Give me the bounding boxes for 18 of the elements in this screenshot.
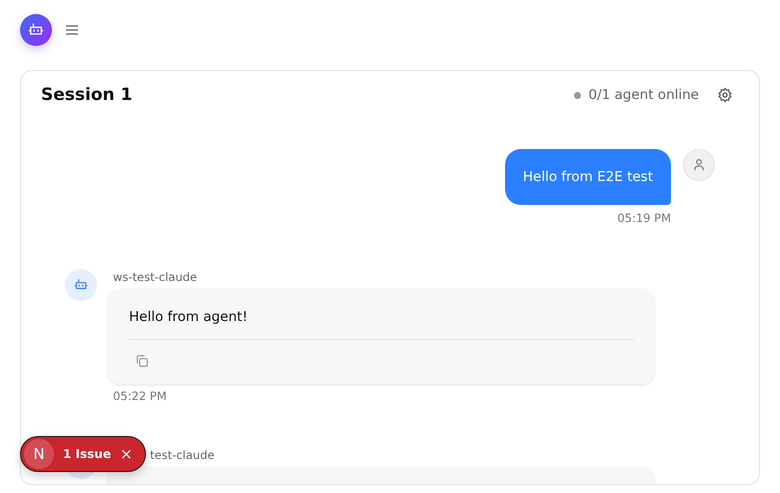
session-title: Session 1 <box>41 85 132 105</box>
n-logo: N <box>24 439 54 469</box>
copy-icon[interactable] <box>135 354 149 368</box>
agent-status: 0/1 agent online <box>588 87 699 103</box>
close-button[interactable]: × <box>120 445 133 463</box>
sender-name: ws-test-claude <box>113 269 198 284</box>
message-time: 05:22 PM <box>113 389 168 403</box>
message-bubble: Hello from E2E test <box>504 149 671 205</box>
status-dot <box>574 92 580 98</box>
bot-logo-icon[interactable] <box>20 14 52 46</box>
message-time: 05:19 PM <box>617 211 671 225</box>
menu-icon[interactable] <box>65 24 79 36</box>
message-text: Hello from agent! <box>129 309 634 340</box>
issue-count[interactable]: 1 Issue <box>63 447 111 461</box>
issue-badge[interactable]: N 1 Issue × <box>20 436 146 472</box>
settings-icon[interactable] <box>717 87 733 103</box>
user-avatar-icon <box>683 149 715 181</box>
sender-name: test-claude <box>150 447 216 462</box>
